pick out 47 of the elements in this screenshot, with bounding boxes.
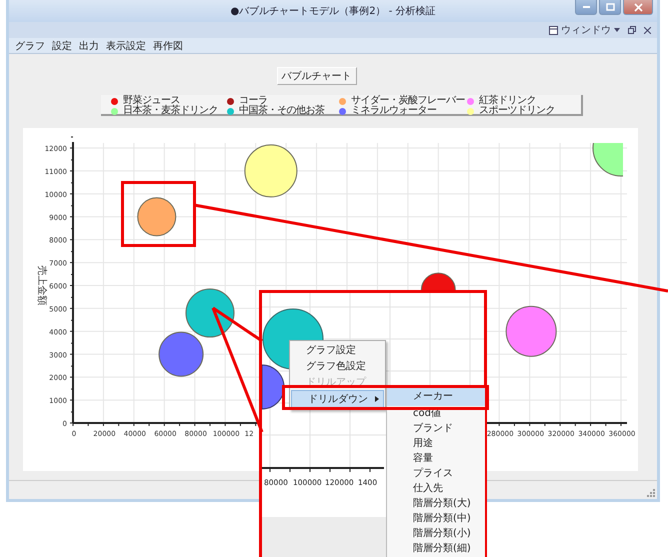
submenu-item[interactable]: メーカー <box>387 388 485 406</box>
chart-title-button[interactable]: バブルチャート <box>276 67 356 85</box>
legend-label: 日本茶・麦茶ドリンク <box>123 106 218 116</box>
legend-label: コーラ <box>239 96 268 106</box>
bubble <box>158 332 204 377</box>
legend-label: 中国茶・その他お茶 <box>239 106 324 116</box>
submenu-item[interactable]: 用途 <box>387 436 485 451</box>
submenu-item[interactable]: 階層分類(大) <box>387 496 485 511</box>
minimize-icon <box>582 6 590 8</box>
bubble <box>244 144 298 198</box>
menu-item[interactable]: 表示設定 <box>106 38 146 52</box>
submenu-item[interactable]: プライス <box>387 466 485 481</box>
legend-label: サイダー・炭酸フレーバー <box>351 96 465 106</box>
submenu-item[interactable]: 階層分類(中) <box>387 511 485 526</box>
bubble <box>137 197 176 236</box>
context-menu-item[interactable]: グラフ設定 <box>290 342 385 358</box>
close-icon[interactable] <box>644 26 651 34</box>
window-title: ●バブルチャートモデル（事例2） - 分析検証 <box>230 4 436 18</box>
close-button[interactable] <box>623 0 653 15</box>
menu-item[interactable]: 出力 <box>79 38 99 52</box>
window-menu[interactable]: ウィンドウ <box>561 23 611 37</box>
restore-icon[interactable] <box>628 26 636 34</box>
submenu-item[interactable]: ブランド <box>387 421 485 436</box>
bubble <box>506 306 557 357</box>
close-icon <box>634 2 642 12</box>
menu-item[interactable]: グラフ <box>15 38 45 52</box>
context-menu-item[interactable]: グラフ色設定 <box>290 358 385 374</box>
maximize-button[interactable] <box>599 0 621 15</box>
submenu-item[interactable]: 階層分類(小) <box>387 526 485 541</box>
minimize-button[interactable] <box>575 0 597 15</box>
bubble <box>186 288 234 338</box>
bubble <box>592 143 623 176</box>
maximize-icon <box>606 2 614 12</box>
submenu-item[interactable]: 仕入先 <box>387 481 485 496</box>
menu-item[interactable]: 設定 <box>52 38 72 52</box>
legend-label: ミネラルウォーター <box>351 106 436 116</box>
submenu-item[interactable]: 容量 <box>387 451 485 466</box>
legend-label: 紅茶ドリンク <box>479 96 536 106</box>
window-icon <box>549 26 558 34</box>
resize-grip-icon <box>647 489 655 497</box>
context-menu-item[interactable]: ドリルダウン <box>291 390 384 408</box>
caret-icon <box>614 28 620 32</box>
submenu-item[interactable]: 階層分類(細) <box>387 541 485 556</box>
y-axis-label: 売上金額 <box>36 266 47 306</box>
menu-item[interactable]: 再作図 <box>153 38 183 52</box>
legend-label: スポーツドリンク <box>479 106 555 116</box>
legend-label: 野菜ジュース <box>123 96 180 106</box>
